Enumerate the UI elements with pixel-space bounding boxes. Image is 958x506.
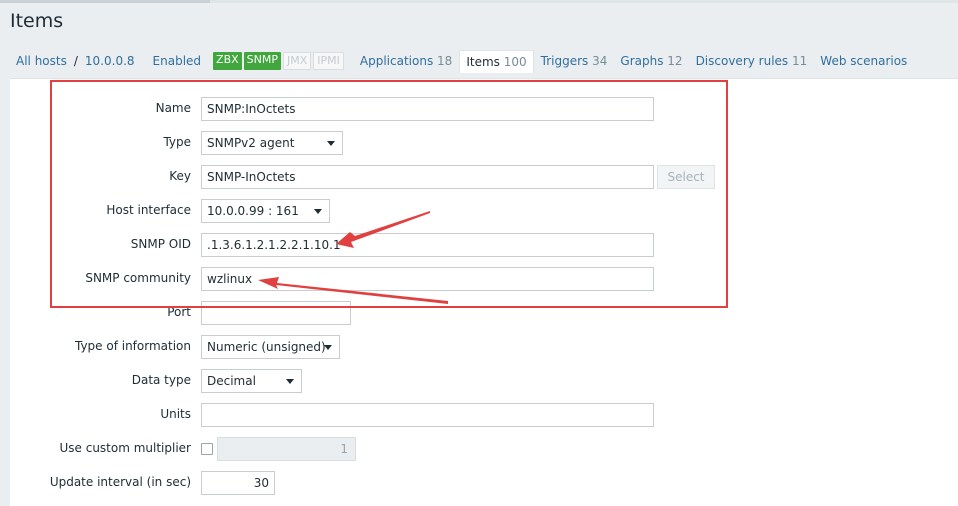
custom-multiplier-label: Use custom multiplier xyxy=(59,441,191,455)
row-units: Units xyxy=(10,403,958,427)
chevron-down-icon xyxy=(314,209,322,214)
update-interval-input[interactable]: 30 xyxy=(201,471,275,495)
row-data-type: Data type Decimal xyxy=(10,369,958,393)
tab-label: Graphs xyxy=(620,54,664,68)
name-label: Name xyxy=(155,101,191,115)
chevron-down-icon xyxy=(286,379,294,384)
row-key: Key SNMP-InOctets Select xyxy=(10,165,958,189)
item-form: Name SNMP:InOctets Type SNMPv2 agent Key… xyxy=(10,78,958,506)
row-snmp-community: SNMP community wzlinux xyxy=(10,267,958,291)
badge-snmp: SNMP xyxy=(243,52,281,70)
port-input[interactable] xyxy=(201,301,351,325)
type-of-information-label: Type of information xyxy=(74,339,191,353)
host-status-enabled[interactable]: Enabled xyxy=(141,54,214,68)
update-interval-label: Update interval (in sec) xyxy=(49,475,191,489)
data-type-select-value: Decimal xyxy=(207,374,256,388)
availability-badges: ZBX SNMP JMX IPMI xyxy=(213,52,344,70)
top-strip-segment xyxy=(0,0,210,3)
key-label: Key xyxy=(169,169,191,183)
custom-multiplier-input[interactable]: 1 xyxy=(217,437,356,461)
badge-ipmi: IPMI xyxy=(313,52,344,70)
host-interface-select[interactable]: 10.0.0.99 : 161 xyxy=(201,199,330,223)
port-label: Port xyxy=(167,305,191,319)
chevron-down-icon xyxy=(327,141,335,146)
breadcrumb-host[interactable]: 10.0.0.8 xyxy=(79,54,141,68)
tab-count: 12 xyxy=(667,54,683,68)
row-type-of-information: Type of information Numeric (unsigned) xyxy=(10,335,958,359)
snmp-oid-input[interactable]: .1.3.6.1.2.1.2.2.1.10.1 xyxy=(201,233,654,257)
page-title: Items xyxy=(10,10,64,32)
host-interface-select-value: 10.0.0.99 : 161 xyxy=(207,204,299,218)
key-select-button[interactable]: Select xyxy=(657,165,715,189)
tab-label: Items xyxy=(466,54,500,69)
data-type-select[interactable]: Decimal xyxy=(201,369,302,393)
row-name: Name SNMP:InOctets xyxy=(10,97,958,121)
row-update-interval: Update interval (in sec) 30 xyxy=(10,471,958,495)
row-host-interface: Host interface 10.0.0.99 : 161 xyxy=(10,199,958,223)
tab-discovery-rules[interactable]: Discovery rules 11 xyxy=(690,50,814,72)
tab-count: 100 xyxy=(503,54,527,69)
badge-jmx: JMX xyxy=(283,52,312,70)
badge-zbx: ZBX xyxy=(213,52,242,70)
custom-multiplier-checkbox[interactable] xyxy=(201,443,213,455)
units-label: Units xyxy=(160,407,191,421)
tab-label: Discovery rules xyxy=(695,54,789,68)
host-interface-label: Host interface xyxy=(106,203,191,217)
type-of-information-select[interactable]: Numeric (unsigned) xyxy=(201,335,340,359)
snmp-community-input[interactable]: wzlinux xyxy=(201,267,654,291)
tab-label: Triggers xyxy=(540,54,589,68)
type-of-information-select-value: Numeric (unsigned) xyxy=(207,340,326,354)
data-type-label: Data type xyxy=(131,373,191,387)
tab-count: 11 xyxy=(792,54,808,68)
name-input[interactable]: SNMP:InOctets xyxy=(201,97,654,121)
tab-items[interactable]: Items 100 xyxy=(459,49,534,73)
type-select[interactable]: SNMPv2 agent xyxy=(201,131,343,155)
tab-web-scenarios[interactable]: Web scenarios xyxy=(814,50,913,72)
tab-applications[interactable]: Applications 18 xyxy=(354,50,458,72)
row-type: Type SNMPv2 agent xyxy=(10,131,958,155)
type-select-value: SNMPv2 agent xyxy=(207,136,295,150)
snmp-oid-label: SNMP OID xyxy=(130,237,191,251)
row-snmp-oid: SNMP OID .1.3.6.1.2.1.2.2.1.10.1 xyxy=(10,233,958,257)
tab-count: 18 xyxy=(437,54,453,68)
type-label: Type xyxy=(163,135,191,149)
tab-graphs[interactable]: Graphs 12 xyxy=(614,50,688,72)
tab-count: 34 xyxy=(592,54,608,68)
row-custom-multiplier: Use custom multiplier 1 xyxy=(10,437,958,461)
key-input[interactable]: SNMP-InOctets xyxy=(201,165,654,189)
top-strip xyxy=(0,0,958,3)
row-port: Port xyxy=(10,301,958,325)
host-navigation: All hosts / 10.0.0.8 Enabled ZBX SNMP JM… xyxy=(10,47,958,75)
units-input[interactable] xyxy=(201,403,654,427)
tab-label: Applications xyxy=(359,54,434,68)
tab-label: Web scenarios xyxy=(820,54,908,68)
breadcrumb-all-hosts[interactable]: All hosts xyxy=(10,54,73,68)
chevron-down-icon xyxy=(324,345,332,350)
snmp-community-label: SNMP community xyxy=(85,271,191,285)
tab-triggers[interactable]: Triggers 34 xyxy=(535,50,614,72)
